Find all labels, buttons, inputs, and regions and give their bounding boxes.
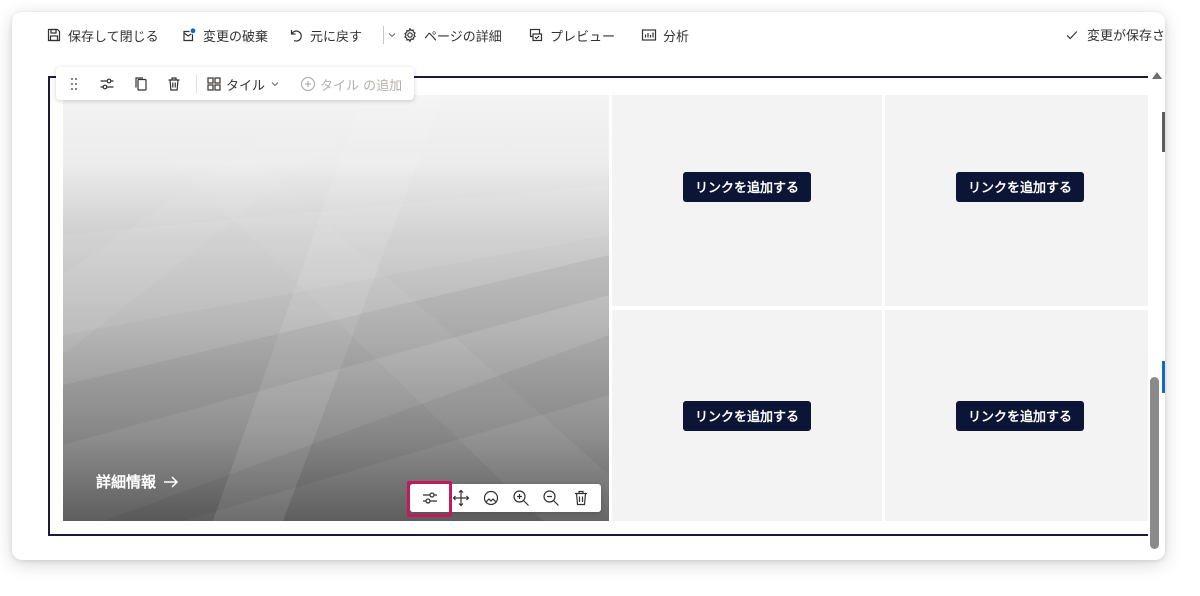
layout-label: タイル: [226, 78, 266, 94]
save-icon: [47, 28, 61, 42]
scrollbar-thumb[interactable]: [1150, 377, 1159, 549]
link-tile[interactable]: リンクを追加する: [612, 310, 882, 521]
save-and-close-label: 保存して閉じる: [68, 29, 159, 45]
zoom-out-button[interactable]: [542, 489, 560, 507]
learn-more-label: 詳細情報: [96, 473, 157, 491]
editor-window: 保存して閉じる 変更の破棄 元に戻す ページの詳細 プレビュー 分析 変更が保存…: [12, 12, 1165, 560]
drag-handle[interactable]: [66, 75, 82, 93]
preview-button[interactable]: プレビュー: [528, 25, 615, 45]
add-link-button[interactable]: リンクを追加する: [682, 171, 811, 202]
preview-icon: [529, 28, 543, 42]
save-and-close-button[interactable]: 保存して閉じる: [46, 25, 159, 45]
trash-icon: [575, 490, 587, 506]
command-bar: 保存して閉じる 変更の破棄 元に戻す ページの詳細 プレビュー 分析 変更が保存…: [12, 12, 1165, 58]
zoom-in-icon: [513, 490, 529, 506]
hero-tile[interactable]: 詳細情報: [63, 95, 609, 521]
toolbar-divider: [196, 74, 197, 94]
copy-icon: [135, 77, 147, 91]
add-circle-icon: [300, 76, 316, 92]
page-details-button[interactable]: ページの詳細: [402, 25, 502, 45]
page-details-label: ページの詳細: [424, 29, 502, 45]
learn-more-link[interactable]: 詳細情報: [96, 471, 180, 492]
add-link-button[interactable]: リンクを追加する: [955, 171, 1084, 202]
add-tile-button[interactable]: タイル の追加: [300, 75, 403, 94]
right-edge-marker: [1162, 112, 1165, 152]
zoom-in-button[interactable]: [512, 489, 530, 507]
undo-divider: [383, 26, 384, 44]
undo-icon: [290, 30, 302, 42]
arrow-right-icon: [164, 475, 179, 488]
gear-icon: [404, 27, 416, 43]
sliders-icon: [100, 78, 114, 90]
chevron-down-icon: [271, 82, 279, 87]
undo-dropdown[interactable]: [386, 25, 398, 45]
section-toolbar: タイル タイル の追加: [56, 67, 414, 100]
add-tile-label: タイル の追加: [320, 78, 403, 94]
hero-background-image: [63, 95, 609, 521]
right-edge-indicator: [1162, 361, 1165, 393]
trash-icon: [168, 77, 180, 91]
discard-changes-label: 変更の破棄: [203, 29, 269, 45]
analytics-icon: [641, 29, 657, 41]
image-focus-icon: [483, 490, 499, 506]
drag-handle-icon: [71, 78, 77, 90]
layout-dropdown[interactable]: タイル: [206, 75, 281, 94]
delete-section-button[interactable]: [166, 75, 182, 93]
move-icon: [452, 489, 470, 507]
link-tile[interactable]: リンクを追加する: [885, 95, 1155, 306]
edit-button-highlight: [407, 481, 452, 517]
save-status-label: 変更が保存さ: [1086, 29, 1165, 44]
scroll-up-arrow-icon[interactable]: [1152, 72, 1162, 79]
save-status: 変更が保存さ: [1065, 25, 1165, 44]
image-move-button[interactable]: [452, 489, 470, 507]
chevron-down-icon: [388, 33, 396, 38]
preview-label: プレビュー: [550, 29, 616, 45]
undo-button[interactable]: 元に戻す: [288, 25, 362, 45]
link-tile[interactable]: リンクを追加する: [885, 310, 1155, 521]
image-reset-button[interactable]: [482, 489, 500, 507]
grid-layout-icon: [207, 77, 221, 91]
discard-changes-button[interactable]: 変更の破棄: [181, 25, 268, 45]
analytics-button[interactable]: 分析: [641, 25, 689, 45]
duplicate-section-button[interactable]: [133, 75, 149, 93]
add-link-button[interactable]: リンクを追加する: [955, 400, 1084, 431]
section-settings-button[interactable]: [99, 75, 115, 93]
zoom-out-icon: [543, 490, 559, 506]
analytics-label: 分析: [663, 29, 690, 45]
link-tile[interactable]: リンクを追加する: [612, 95, 882, 306]
add-link-button[interactable]: リンクを追加する: [682, 400, 811, 431]
undo-label: 元に戻す: [310, 29, 363, 45]
checkmark-icon: [1066, 30, 1078, 39]
image-delete-button[interactable]: [572, 489, 590, 507]
discard-icon: [183, 27, 197, 42]
